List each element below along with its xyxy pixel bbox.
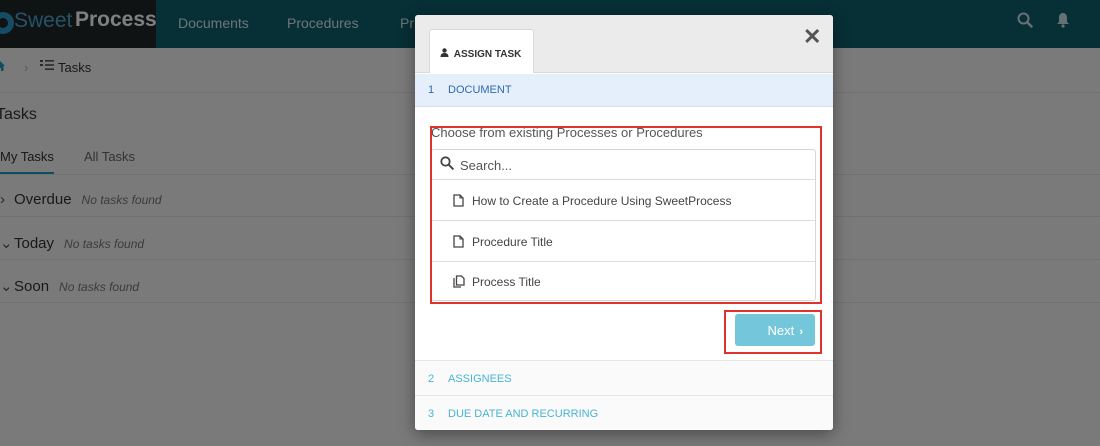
tab-label: ASSIGN TASK	[453, 49, 522, 60]
highlight-box-next-button	[724, 310, 822, 354]
modal-header: ASSIGN TASK ✕	[415, 15, 833, 73]
step-number: 3	[428, 408, 435, 420]
tab-assign-task[interactable]: ASSIGN TASK	[429, 29, 534, 73]
step-number: 2	[428, 373, 435, 385]
highlight-box-document-list	[430, 126, 822, 304]
step-assignees[interactable]: 2 ASSIGNEES	[415, 360, 833, 395]
step-label: DOCUMENT	[448, 84, 512, 96]
step-label: DUE DATE AND RECURRING	[448, 408, 599, 420]
step-number: 1	[428, 84, 435, 96]
close-icon[interactable]: ✕	[803, 26, 821, 48]
step-label: ASSIGNEES	[448, 373, 512, 385]
step-document[interactable]: 1 DOCUMENT	[415, 74, 833, 107]
user-icon	[440, 48, 452, 60]
step-due-date[interactable]: 3 DUE DATE AND RECURRING	[415, 395, 833, 430]
